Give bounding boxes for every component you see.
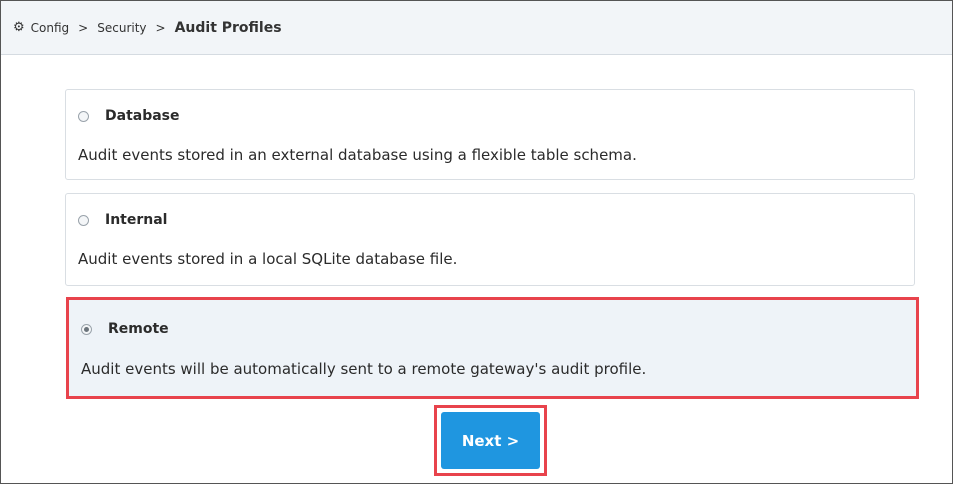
page-title: Audit Profiles — [174, 19, 282, 36]
remote-radio[interactable] — [81, 323, 92, 335]
next-button[interactable]: Next > — [441, 412, 540, 469]
database-radio[interactable] — [78, 110, 89, 122]
gear-icon: ⚙ — [13, 20, 25, 35]
option-header: Internal — [78, 212, 167, 228]
option-header: Database — [78, 108, 180, 124]
breadcrumb-config[interactable]: Config — [31, 21, 70, 35]
audit-profile-type-page: ⚙ Config > Security > Audit Profiles Dat… — [0, 0, 953, 484]
breadcrumb-separator: > — [155, 20, 166, 35]
internal-radio[interactable] — [78, 214, 89, 226]
option-remote[interactable]: Remote Audit events will be automaticall… — [66, 297, 919, 399]
breadcrumb-separator: > — [78, 20, 89, 35]
next-button-highlight: Next > — [434, 405, 547, 476]
option-description: Audit events will be automatically sent … — [81, 360, 647, 378]
option-header: Remote — [81, 321, 169, 337]
option-description: Audit events stored in a local SQLite da… — [78, 250, 458, 268]
option-internal[interactable]: Internal Audit events stored in a local … — [65, 193, 915, 286]
option-title: Remote — [108, 321, 169, 337]
option-title: Database — [105, 108, 180, 124]
breadcrumb-security[interactable]: Security — [97, 21, 146, 35]
option-title: Internal — [105, 212, 168, 228]
option-description: Audit events stored in an external datab… — [78, 146, 637, 164]
option-database[interactable]: Database Audit events stored in an exter… — [65, 89, 915, 180]
breadcrumb: ⚙ Config > Security > Audit Profiles — [1, 1, 952, 55]
